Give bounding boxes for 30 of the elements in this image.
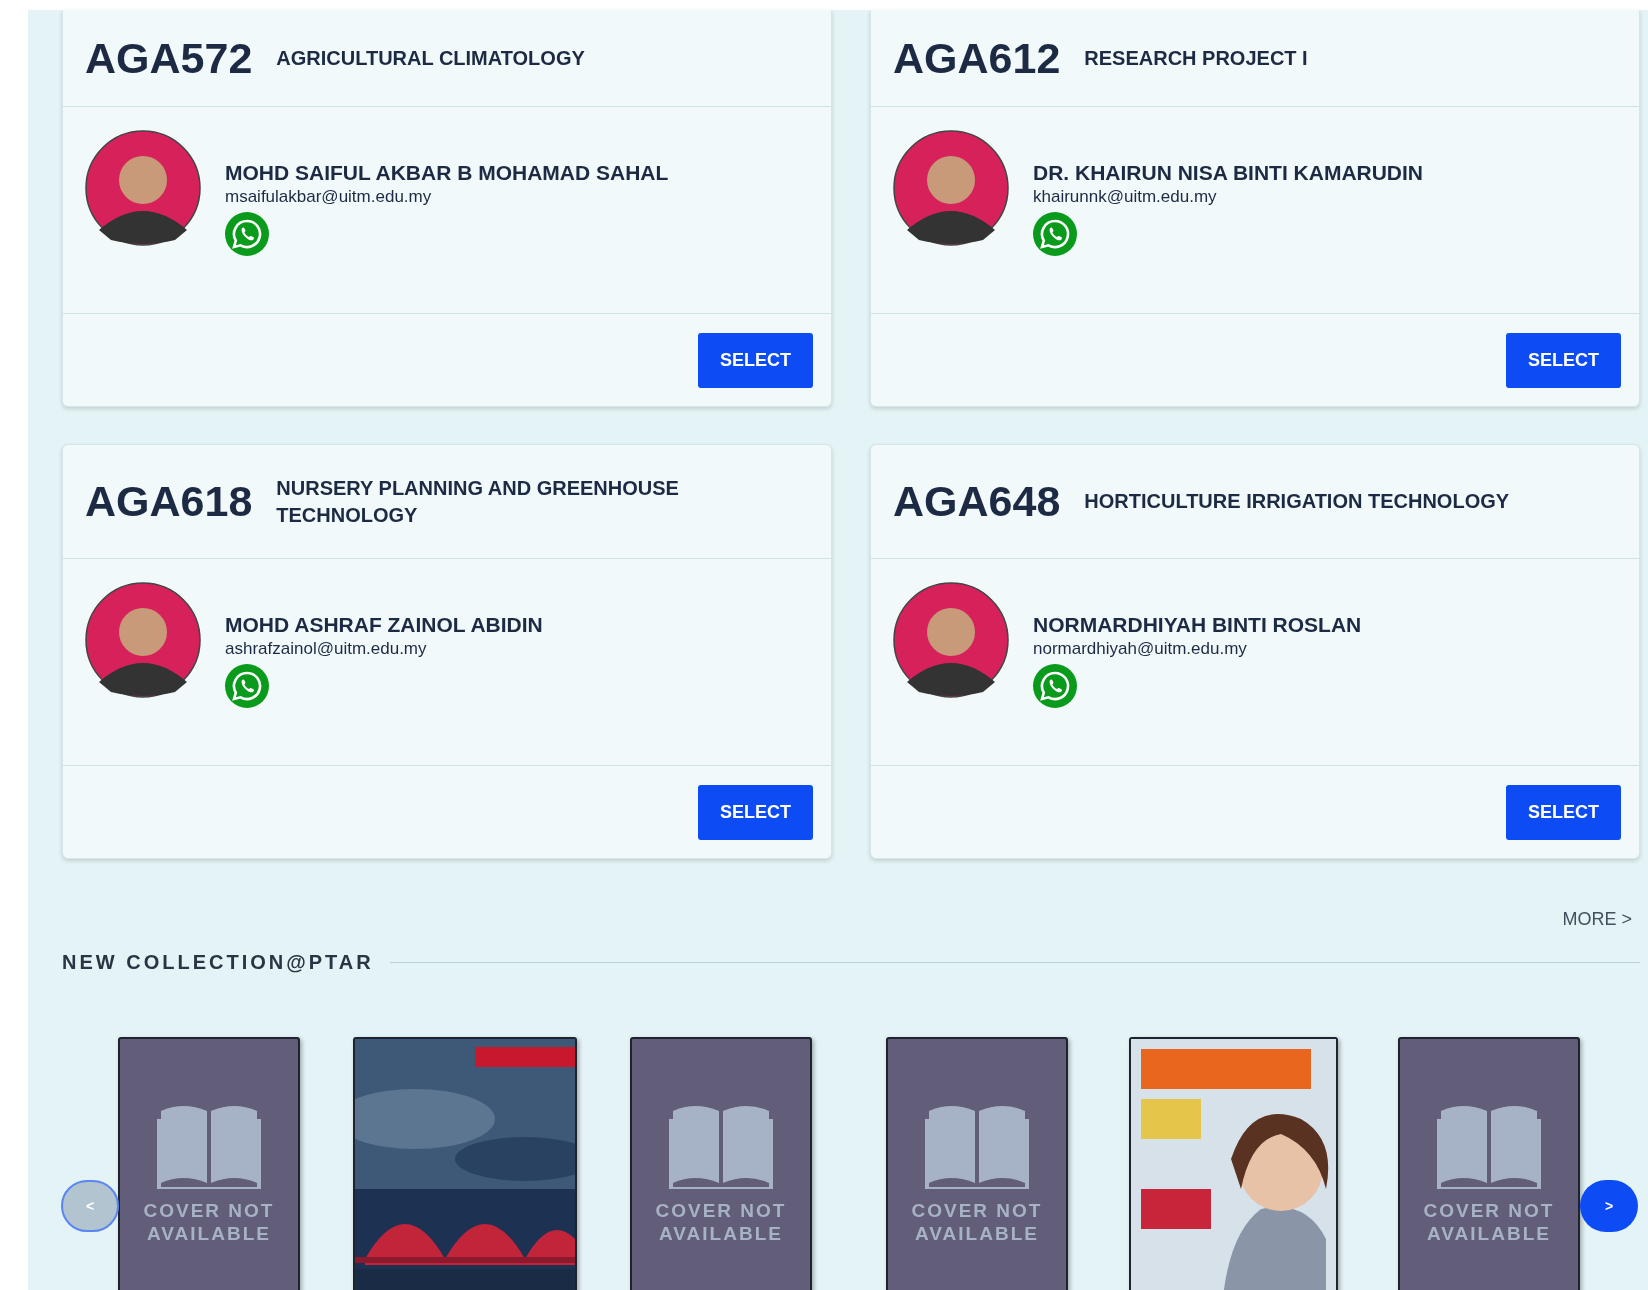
course-title: HORTICULTURE IRRIGATION TECHNOLOGY — [1084, 489, 1510, 514]
phone-chat-icon[interactable] — [225, 212, 269, 256]
section-heading: NEW COLLECTION@PTAR — [62, 950, 374, 975]
lecturer-name: NORMARDHIYAH BINTI ROSLAN — [1033, 612, 1362, 638]
course-code: AGA618 — [85, 480, 253, 523]
course-code: AGA572 — [85, 36, 253, 80]
select-button[interactable]: SELECT — [698, 784, 813, 840]
cover-caption: COVER NOT AVAILABLE — [142, 1199, 276, 1245]
lecturer-name: MOHD SAIFUL AKBAR B MOHAMAD SAHAL — [225, 160, 669, 186]
phone-chat-icon[interactable] — [1033, 664, 1077, 708]
more-link[interactable]: MORE > — [1562, 906, 1632, 933]
cover-caption: COVER NOT AVAILABLE — [654, 1199, 788, 1245]
course-code: AGA612 — [893, 36, 1061, 80]
lecturer-email: normardhiyah@uitm.edu.my — [1033, 638, 1248, 660]
lecturer-email: ashrafzainol@uitm.edu.my — [225, 638, 428, 660]
lecturer-name: MOHD ASHRAF ZAINOL ABIDIN — [225, 612, 543, 638]
cover-caption: COVER NOT AVAILABLE — [1422, 1199, 1556, 1245]
select-button[interactable]: SELECT — [1506, 332, 1621, 388]
lecturer-email: khairunnk@uitm.edu.my — [1033, 186, 1218, 208]
select-button[interactable]: SELECT — [698, 332, 813, 388]
course-title: AGRICULTURAL CLIMATOLOGY — [276, 45, 585, 71]
course-title: RESEARCH PROJECT I — [1084, 45, 1308, 71]
select-button[interactable]: SELECT — [1506, 784, 1621, 840]
course-code: AGA648 — [893, 480, 1061, 523]
lecturer-name: DR. KHAIRUN NISA BINTI KAMARUDIN — [1033, 160, 1424, 186]
cover-caption: COVER NOT AVAILABLE — [910, 1199, 1044, 1245]
course-title: NURSERY PLANNING AND GREENHOUSE TECHNOLOGY — [276, 475, 680, 528]
phone-chat-icon[interactable] — [225, 664, 269, 708]
phone-chat-icon[interactable] — [1033, 212, 1077, 256]
lecturer-email: msaifulakbar@uitm.edu.my — [225, 186, 433, 208]
